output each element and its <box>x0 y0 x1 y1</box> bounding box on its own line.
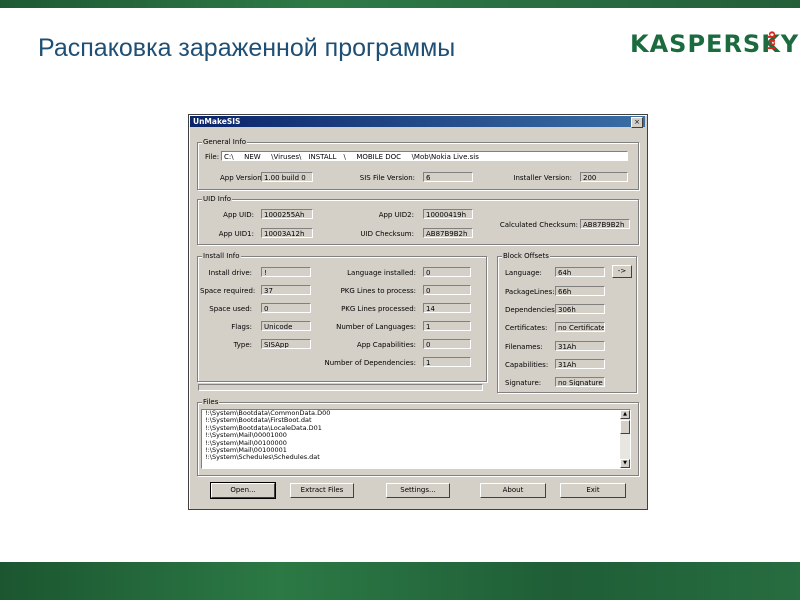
number-of-dependencies-label: Number of Dependencies: <box>324 359 417 367</box>
block-dependencies-label: Dependencies: <box>505 306 558 314</box>
files-legend: Files <box>202 398 220 406</box>
installer-version-label: Installer Version: <box>513 174 572 182</box>
block-filenames-field: 31Ah <box>555 341 605 351</box>
pkg-lines-processed-field: 14 <box>423 303 471 313</box>
scroll-thumb[interactable] <box>620 420 630 434</box>
general-info-legend: General Info <box>202 138 248 146</box>
block-signature-field: no Signature <box>555 377 605 387</box>
pkg-lines-to-process-field: 0 <box>423 285 471 295</box>
calc-checksum-label: Calculated Checksum: <box>499 221 578 229</box>
window-title: UnMakeSIS <box>193 117 241 126</box>
scroll-down-arrow-icon[interactable]: ▼ <box>620 459 630 468</box>
calc-checksum-field: AB87B9B2h <box>580 219 630 229</box>
open-button[interactable]: Open... <box>210 482 276 499</box>
app-capabilities-label: App Capabilities: <box>356 341 416 349</box>
top-green-band <box>0 0 800 8</box>
app-uid-field: 1000255Ah <box>261 209 313 219</box>
space-required-label: Space required: <box>200 287 256 295</box>
app-uid-label: App UID: <box>223 211 254 219</box>
block-language-field: 64h <box>555 267 605 277</box>
space-used-field: 0 <box>261 303 311 313</box>
install-info-group: Install Info Install drive: ! Space requ… <box>197 252 487 382</box>
install-drive-label: Install drive: <box>208 269 252 277</box>
sis-version-field: 6 <box>423 172 473 182</box>
close-button[interactable]: × <box>631 117 643 128</box>
sis-version-label: SIS File Version: <box>359 174 415 182</box>
app-uid2-label: App UID2: <box>378 211 414 219</box>
type-field: SISApp <box>261 339 311 349</box>
block-signature-label: Signature: <box>505 379 542 387</box>
app-capabilities-field: 0 <box>423 339 471 349</box>
app-uid1-label: App UID1: <box>218 230 254 238</box>
bottom-green-band <box>0 562 800 600</box>
list-item[interactable]: !:\System\Schedules\Schedules.dat <box>202 454 630 462</box>
language-installed-label: Language installed: <box>347 269 416 277</box>
app-version-label: App Version: <box>220 174 264 182</box>
app-uid2-field: 10000419h <box>423 209 473 219</box>
installer-version-field: 200 <box>580 172 628 182</box>
block-capabilities-label: Capabilities: <box>505 361 549 369</box>
files-list[interactable]: !:\System\Bootdata\CommonData.D00 !:\Sys… <box>201 409 631 469</box>
flags-label: Flags: <box>231 323 252 331</box>
number-of-languages-field: 1 <box>423 321 471 331</box>
pkg-lines-to-process-label: PKG Lines to process: <box>340 287 416 295</box>
block-packagelines-field: 66h <box>555 286 605 296</box>
window-titlebar[interactable]: UnMakeSIS × <box>190 116 645 128</box>
scroll-up-arrow-icon[interactable]: ▲ <box>620 410 630 419</box>
install-info-legend: Install Info <box>202 252 241 260</box>
exit-button[interactable]: Exit <box>560 483 626 498</box>
slide-title: Распаковка зараженной программы <box>38 34 456 62</box>
files-scrollbar[interactable]: ▲ ▼ <box>620 410 630 468</box>
block-certificates-label: Certificates: <box>505 324 548 332</box>
block-capabilities-field: 31Ah <box>555 359 605 369</box>
block-dependencies-field: 306h <box>555 304 605 314</box>
block-offsets-group: Block Offsets Language: 64h -> PackageLi… <box>497 252 637 393</box>
uid-checksum-label: UID Checksum: <box>360 230 414 238</box>
uid-checksum-field: AB87B9B2h <box>423 228 473 238</box>
install-drive-field: ! <box>261 267 311 277</box>
file-path-field[interactable]: C:\___NEW___\Viruses\__INSTALL__\___MOBI… <box>221 151 628 161</box>
app-uid1-field: 10003A12h <box>261 228 313 238</box>
general-info-group: General Info File: C:\___NEW___\Viruses\… <box>197 138 639 190</box>
number-of-dependencies-field: 1 <box>423 357 471 367</box>
type-label: Type: <box>233 341 252 349</box>
block-certificates-field: no Certificate <box>555 322 605 332</box>
kaspersky-lab-mark: lab <box>765 30 778 50</box>
file-label: File: <box>205 153 220 161</box>
block-packagelines-label: PackageLines: <box>505 288 555 296</box>
language-arrow-button[interactable]: -> <box>612 265 632 278</box>
block-language-label: Language: <box>505 269 542 277</box>
block-filenames-label: Filenames: <box>505 343 543 351</box>
number-of-languages-label: Number of Languages: <box>336 323 416 331</box>
unmakesis-window: UnMakeSIS × General Info File: C:\___NEW… <box>188 114 648 510</box>
pkg-lines-processed-label: PKG Lines processed: <box>341 305 416 313</box>
about-button[interactable]: About <box>480 483 546 498</box>
app-version-field: 1.00 build 0 <box>261 172 313 182</box>
flags-field: Unicode <box>261 321 311 331</box>
progress-bar <box>198 384 483 391</box>
uid-info-legend: UID Info <box>202 195 233 203</box>
extract-files-button[interactable]: Extract Files <box>290 483 354 498</box>
space-required-field: 37 <box>261 285 311 295</box>
language-installed-field: 0 <box>423 267 471 277</box>
block-offsets-legend: Block Offsets <box>502 252 550 260</box>
settings-button[interactable]: Settings... <box>386 483 450 498</box>
uid-info-group: UID Info App UID: 1000255Ah App UID1: 10… <box>197 195 639 245</box>
space-used-label: Space used: <box>209 305 252 313</box>
